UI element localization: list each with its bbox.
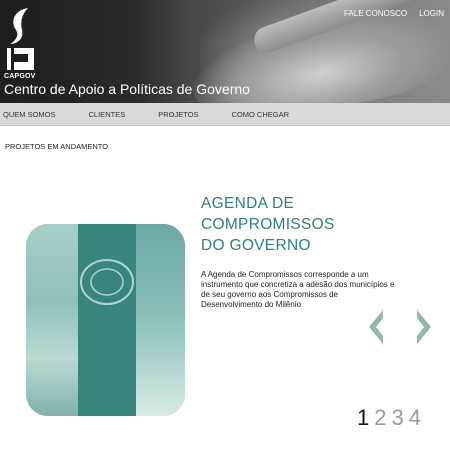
- project-title-line1: AGENDA DE COMPROMISSOS: [201, 195, 335, 233]
- top-links: FALE CONOSCO LOGIN: [344, 9, 444, 18]
- login-link[interactable]: LOGIN: [419, 9, 444, 18]
- pager-page-3[interactable]: 3: [392, 406, 404, 430]
- main-nav: QUEM SOMOS CLIENTES PROJETOS COMO CHEGAR: [0, 103, 450, 126]
- section-heading: PROJETOS EM ANDAMENTO: [5, 142, 109, 151]
- project-image-panel-child: [136, 224, 185, 416]
- project-image-panel-teddy: [26, 224, 78, 416]
- chevron-left-icon[interactable]: [367, 308, 385, 346]
- nav-item-clientes[interactable]: CLIENTES: [86, 110, 126, 119]
- project-image[interactable]: [26, 224, 185, 416]
- project-title-line2: DO GOVERNO: [201, 237, 311, 254]
- header-banner: CAPGOV Centro de Apoio a Políticas de Go…: [0, 0, 450, 103]
- logo-caption: CAPGOV: [4, 73, 36, 80]
- project-title[interactable]: AGENDA DE COMPROMISSOS DO GOVERNO: [201, 193, 401, 256]
- pager-page-1[interactable]: 1: [357, 406, 369, 430]
- pager-page-4[interactable]: 4: [409, 406, 421, 430]
- pager-page-2[interactable]: 2: [374, 406, 386, 430]
- capgov-logo-icon[interactable]: [4, 4, 38, 74]
- plate-illustration: [78, 224, 136, 416]
- nav-item-como-chegar[interactable]: COMO CHEGAR: [229, 110, 290, 119]
- nav-item-quem-somos[interactable]: QUEM SOMOS: [0, 110, 56, 119]
- contact-link[interactable]: FALE CONOSCO: [344, 9, 407, 18]
- slide-pager: 1 2 3 4: [357, 406, 421, 430]
- project-image-panel-plate: [78, 224, 136, 416]
- nav-item-projetos[interactable]: PROJETOS: [155, 110, 198, 119]
- site-title[interactable]: Centro de Apoio a Políticas de Governo: [4, 81, 250, 97]
- project-description: A Agenda de Compromissos corresponde a u…: [201, 270, 395, 309]
- chevron-right-icon[interactable]: [415, 308, 433, 346]
